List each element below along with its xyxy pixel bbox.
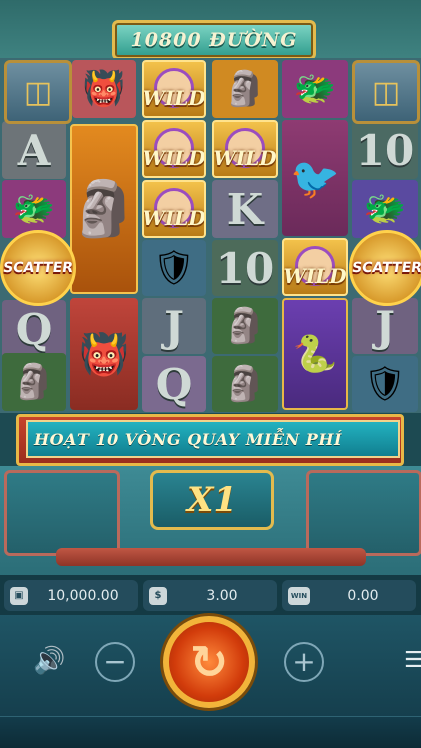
symbol-wild: WILD [142,180,206,238]
wallet-icon: ▣ [10,586,28,605]
green-mask-icon: 🗿 [223,306,267,346]
balance-display: ▣ 10,000.00 [4,580,138,611]
message-banner: HOẠT 10 VÒNG QUAY MIỄN PHÍ [26,420,400,458]
balance-value: 10,000.00 [47,587,119,604]
symbol-shield-blue: 🛡 [142,240,206,296]
win-icon: WIN [288,586,310,605]
symbol-card-q: Q [142,356,206,412]
symbol-mask-red: 👹 [72,60,136,118]
symbol-wild: WILD [142,60,206,118]
corner-ornament-left: ◫ [4,60,72,124]
purple-mask-icon: 🐲 [363,189,407,229]
wild-label: WILD [213,146,277,170]
wild-label: WILD [283,264,347,288]
symbol-card-a: A [2,121,66,179]
increase-bet-button[interactable]: + [284,642,324,682]
symbol-mask-green: 🗿 [212,298,278,354]
bet-display: $ 3.00 [143,580,277,611]
bird-mask-icon: 🐦 [290,155,340,202]
symbol-bird-mask-large: 🐦 [282,120,348,236]
shield-icon: 🛡 [152,248,196,288]
symbol-card-j: J [352,298,418,354]
wild-label: WILD [142,206,206,230]
serpent-ornament-left [4,470,120,556]
gold-mask-icon: 🗿 [223,69,267,109]
red-mask-icon: 👹 [82,69,126,109]
decorative-strip [56,548,366,566]
symbol-card-k: K [212,180,278,238]
symbol-mask-green: 🗿 [2,353,66,411]
corner-ornament-right: ◫ [352,60,420,124]
footer-strip [0,716,421,748]
coins-icon: $ [149,586,167,605]
bet-value: 3.00 [206,587,238,604]
symbol-wild: WILD [212,120,278,178]
symbol-scatter: SCATTER [0,230,76,306]
wild-label: WILD [142,86,206,110]
symbol-scatter: SCATTER [349,230,421,306]
wild-label: WILD [142,146,206,170]
hamburger-icon[interactable]: ☰ [404,648,421,674]
serpent-icon: 🐍 [292,334,338,375]
spin-arrow-icon: ↻ [189,635,229,689]
ways-count-banner: 10800 ĐƯỜNG [112,20,316,60]
symbol-wild: WILD [142,120,206,178]
purple-mask-icon: 🐲 [12,189,56,229]
symbol-mask-purple: 🐲 [282,60,348,118]
symbol-serpent-purple: 🐍 [282,298,348,410]
symbol-mask-red-large: 👹 [70,298,138,410]
golden-mask-icon: 🗿 [70,177,138,240]
symbol-card-10: 10 [212,240,278,296]
green-mask-icon: 🗿 [223,364,267,404]
symbol-mask-gold: 🗿 [212,60,278,118]
spin-button[interactable]: ↻ [163,616,255,708]
symbol-mask-green: 🗿 [212,356,278,412]
symbol-golden-mask-stack: 🗿 [70,124,138,294]
symbol-shield-blue: 🛡 [352,356,418,412]
symbol-card-10: 10 [352,121,418,179]
red-mask-icon: 👹 [79,331,129,378]
serpent-ornament-right [306,470,421,556]
decrease-bet-button[interactable]: − [95,642,135,682]
multiplier-display: X1 [150,470,274,530]
win-value: 0.00 [347,587,379,604]
purple-mask-icon: 🐲 [293,69,337,109]
scatter-label: SCATTER [1,260,75,276]
shield-icon: 🛡 [363,364,407,404]
symbol-wild: WILD [282,238,348,296]
green-mask-icon: 🗿 [12,362,56,402]
symbol-card-j: J [142,298,206,354]
scatter-label: SCATTER [350,260,421,276]
symbol-card-q: Q [2,300,66,358]
win-display: WIN 0.00 [282,580,416,611]
speaker-icon[interactable]: 🔊 [33,646,69,678]
